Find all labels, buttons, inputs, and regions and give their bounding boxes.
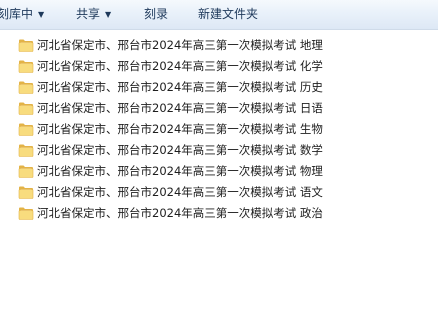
folder-icon — [18, 122, 34, 137]
file-list-item[interactable]: 河北省保定市、邢台市2024年高三第一次模拟考试 历史 — [0, 77, 438, 98]
folder-icon — [18, 164, 34, 179]
burn-button[interactable]: 刻录 — [144, 0, 168, 29]
file-name: 河北省保定市、邢台市2024年高三第一次模拟考试 数学 — [37, 143, 323, 157]
file-name: 河北省保定市、邢台市2024年高三第一次模拟考试 政治 — [37, 206, 323, 220]
new-folder-label: 新建文件夹 — [198, 7, 259, 21]
folder-icon — [18, 101, 34, 116]
file-list-item[interactable]: 河北省保定市、邢台市2024年高三第一次模拟考试 生物 — [0, 119, 438, 140]
file-list-item[interactable]: 河北省保定市、邢台市2024年高三第一次模拟考试 化学 — [0, 56, 438, 77]
file-list-item[interactable]: 河北省保定市、邢台市2024年高三第一次模拟考试 语文 — [0, 182, 438, 203]
include-in-library-label: 刻库中 — [0, 7, 34, 21]
share-button[interactable]: 共享 ▼ — [76, 0, 111, 29]
file-name: 河北省保定市、邢台市2024年高三第一次模拟考试 地理 — [37, 38, 323, 52]
folder-icon — [18, 185, 34, 200]
file-list-item[interactable]: 河北省保定市、邢台市2024年高三第一次模拟考试 日语 — [0, 98, 438, 119]
folder-icon — [18, 59, 34, 74]
chevron-down-icon: ▼ — [105, 10, 112, 19]
file-list-item[interactable]: 河北省保定市、邢台市2024年高三第一次模拟考试 数学 — [0, 140, 438, 161]
folder-icon — [18, 38, 34, 53]
file-name: 河北省保定市、邢台市2024年高三第一次模拟考试 化学 — [37, 59, 323, 73]
file-name: 河北省保定市、邢台市2024年高三第一次模拟考试 历史 — [37, 80, 323, 94]
file-name: 河北省保定市、邢台市2024年高三第一次模拟考试 日语 — [37, 101, 323, 115]
file-name: 河北省保定市、邢台市2024年高三第一次模拟考试 物理 — [37, 164, 323, 178]
file-name: 河北省保定市、邢台市2024年高三第一次模拟考试 语文 — [37, 185, 323, 199]
chevron-down-icon: ▼ — [38, 10, 45, 19]
folder-icon — [18, 143, 34, 158]
burn-label: 刻录 — [144, 7, 169, 21]
file-list-item[interactable]: 河北省保定市、邢台市2024年高三第一次模拟考试 地理 — [0, 35, 438, 56]
file-list-item[interactable]: 河北省保定市、邢台市2024年高三第一次模拟考试 物理 — [0, 161, 438, 182]
folder-icon — [18, 80, 34, 95]
command-bar: 刻库中 ▼ 共享 ▼ 刻录 新建文件夹 — [0, 0, 438, 30]
new-folder-button[interactable]: 新建文件夹 — [198, 0, 258, 29]
folder-icon — [18, 206, 34, 221]
explorer-window: 刻库中 ▼ 共享 ▼ 刻录 新建文件夹 河北省保定市、邢台市2024年高三第一次模拟… — [0, 0, 438, 325]
file-name: 河北省保定市、邢台市2024年高三第一次模拟考试 生物 — [37, 122, 323, 136]
include-in-library-button[interactable]: 刻库中 ▼ — [0, 0, 44, 29]
share-label: 共享 — [76, 7, 101, 21]
file-list-item[interactable]: 河北省保定市、邢台市2024年高三第一次模拟考试 政治 — [0, 203, 438, 224]
